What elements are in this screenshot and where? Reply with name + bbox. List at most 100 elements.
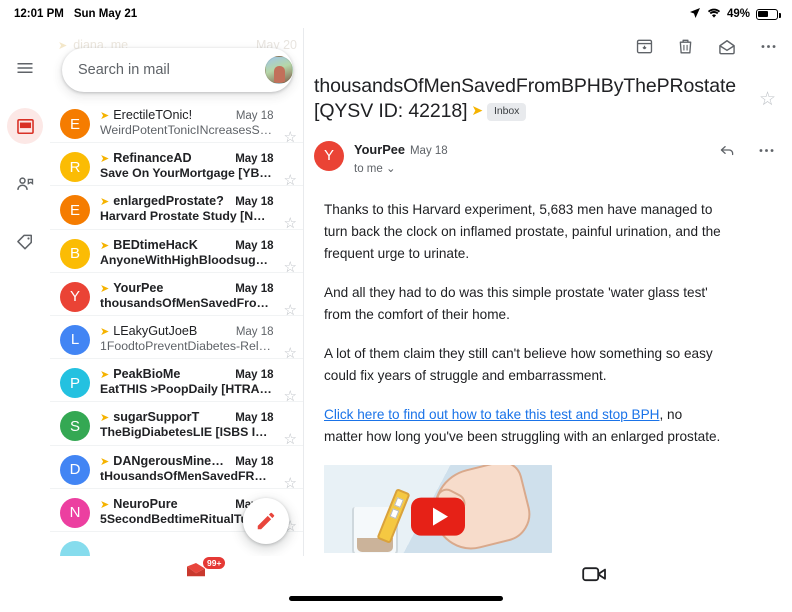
video-thumbnail[interactable] (324, 464, 552, 553)
star-icon[interactable]: ☆ (284, 387, 297, 405)
list-item-subject: 1FoodtoPreventDiabetes-Rela… (100, 338, 274, 353)
list-item-subject: AnyoneWithHighBloodsug… (100, 252, 268, 267)
avatar[interactable]: N (60, 497, 90, 528)
avatar[interactable]: D (60, 454, 90, 485)
play-button-icon[interactable] (411, 497, 465, 536)
video-camera-icon[interactable] (582, 564, 608, 589)
list-item-date: May 18 (235, 282, 274, 295)
sidebar-item-labels[interactable] (7, 224, 43, 260)
avatar[interactable]: E (60, 195, 90, 226)
important-marker-icon[interactable]: ➤ (100, 456, 109, 468)
important-marker-icon[interactable]: ➤ (100, 413, 109, 424)
star-icon[interactable]: ☆ (284, 344, 297, 362)
list-item-subject: WeirdPotentTonicINcreasesST… (100, 123, 274, 137)
battery-percent: 49% (726, 8, 750, 20)
status-time: 12:01 PM (14, 8, 64, 20)
list-item[interactable]: Y ➤ YourPee May 18 thousandsOfMenSavedFro… ☆ (50, 273, 303, 319)
star-icon[interactable]: ☆ (284, 214, 297, 232)
compose-button[interactable] (243, 498, 289, 544)
important-marker-icon[interactable]: ➤ (100, 197, 109, 208)
important-marker-icon[interactable]: ➤ (100, 111, 109, 122)
list-item[interactable]: R ➤ RefinanceAD May 18 Save On YourMortgage … (50, 143, 303, 189)
email-app-window: 12:01 PM Sun May 21 49% ➤ diana, me May … (0, 0, 792, 612)
pane-divider (303, 28, 304, 612)
list-item-subject: Harvard Prostate Study [N… (100, 209, 266, 224)
battery-icon (756, 8, 781, 20)
star-icon[interactable]: ☆ (284, 430, 297, 448)
list-item-sender: DANgerousMineraL! (113, 453, 228, 468)
list-item-sender: PeakBioMe (113, 367, 181, 382)
star-icon[interactable]: ☆ (284, 301, 297, 319)
message-more-icon[interactable] (757, 141, 776, 165)
message-body: Thanks to this Harvard experiment, 5,683… (314, 199, 776, 448)
list-item[interactable]: P ➤ PeakBioMe May 18 EatTHIS >PoopDaily [HTR… (50, 359, 303, 405)
avatar[interactable]: L (60, 324, 90, 355)
recipient-line[interactable]: to me ⌄ (354, 161, 448, 175)
chevron-down-icon[interactable]: ⌄ (386, 163, 396, 175)
star-icon[interactable]: ☆ (284, 258, 297, 276)
list-item-content: ➤ YourPee May 18 thousandsOfMenSavedFro… (100, 281, 274, 310)
star-icon[interactable]: ☆ (284, 171, 297, 189)
list-item-sender: LEakyGutJoeB (113, 323, 198, 338)
star-icon[interactable]: ☆ (284, 474, 297, 492)
important-marker-icon[interactable]: ➤ (100, 370, 109, 381)
list-item-content: ➤ enlargedProstate? May 18 Harvard Prostate… (100, 194, 274, 223)
mark-unread-icon[interactable] (717, 37, 737, 62)
list-item-content: ➤ RefinanceAD May 18 Save On YourMortgage [… (100, 151, 274, 180)
list-item[interactable]: E ➤ enlargedProstate? May 18 Harvard Prostat… (50, 186, 303, 232)
body-paragraph-with-link: Click here to find out how to take this … (324, 404, 724, 448)
list-item-sender: BEDtimeHacK (113, 237, 198, 252)
sidebar-item-meet[interactable] (7, 166, 43, 202)
important-marker-icon[interactable]: ➤ (100, 283, 109, 295)
avatar[interactable]: P (60, 368, 90, 399)
menu-icon[interactable] (7, 50, 43, 86)
list-item-content: ➤ ErectileTOnic! May 18 WeirdPotentTonicINc… (100, 108, 274, 137)
list-item-content: ➤ PeakBioMe May 18 EatTHIS >PoopDaily [HTRA… (100, 367, 274, 396)
list-item-subject: thousandsOfMenSavedFro… (100, 295, 269, 310)
sender-avatar[interactable]: Y (314, 140, 344, 171)
label-chip-inbox[interactable]: Inbox (487, 103, 527, 121)
list-item-sender: sugarSupporT (113, 410, 200, 425)
avatar[interactable]: B (60, 238, 90, 269)
list-item[interactable]: L ➤ LEakyGutJoeB May 18 1FoodtoPreventDiabet… (50, 316, 303, 362)
list-item[interactable]: S ➤ sugarSupporT May 18 TheBigDiabetesLIE [I… (50, 402, 303, 448)
status-bar: 12:01 PM Sun May 21 49% (0, 0, 792, 28)
list-item-content: ➤ LEakyGutJoeB May 18 1FoodtoPreventDiabete… (100, 324, 274, 353)
archive-icon[interactable] (635, 37, 654, 61)
message-toolbar (304, 28, 792, 70)
important-marker-icon[interactable]: ➤ (100, 499, 109, 511)
list-item-date: May 18 (235, 455, 274, 468)
account-avatar[interactable] (265, 56, 293, 84)
more-options-icon[interactable] (759, 37, 778, 61)
mail-dock-icon[interactable]: 99+ (186, 556, 227, 586)
list-item-sender: NeuroPure (113, 496, 178, 511)
star-icon[interactable]: ☆ (759, 88, 776, 111)
delete-icon[interactable] (676, 37, 695, 61)
list-item[interactable]: D ➤ DANgerousMineraL! May 18 tHousandsOfMenS… (50, 446, 303, 492)
sidebar-item-mail[interactable] (7, 108, 43, 144)
message-date: May 18 (409, 144, 448, 157)
important-marker-icon[interactable]: ➤ (100, 326, 109, 338)
list-item-date: May 18 (235, 369, 274, 382)
reading-pane: thousandsOfMenSavedFromBPHByThePRostate … (304, 28, 792, 612)
list-item-sender: YourPee (113, 280, 164, 295)
avatar[interactable]: E (60, 109, 90, 139)
status-date: Sun May 21 (73, 8, 138, 20)
search-bar[interactable] (62, 48, 293, 92)
important-marker-icon[interactable]: ➤ (100, 240, 109, 252)
list-item[interactable]: B ➤ BEDtimeHacK May 18 AnyoneWithHighBloodsu… (50, 230, 303, 276)
star-icon[interactable]: ☆ (284, 128, 297, 146)
wifi-icon (707, 7, 721, 22)
cta-link[interactable]: Click here to find out how to take this … (324, 407, 660, 422)
avatar[interactable]: Y (60, 281, 90, 312)
important-marker-icon[interactable]: ➤ (100, 154, 109, 165)
avatar[interactable]: S (60, 411, 90, 442)
list-item-sender: RefinanceAD (113, 151, 192, 166)
list-item[interactable]: E ➤ ErectileTOnic! May 18 WeirdPotentTonicIN… (50, 100, 303, 146)
list-item-date: May 18 (235, 153, 274, 166)
search-input[interactable] (78, 62, 265, 78)
list-item-date: May 18 (235, 110, 274, 122)
important-marker-icon: ➤ (471, 102, 484, 119)
reply-icon[interactable] (717, 141, 737, 164)
avatar[interactable]: R (60, 152, 90, 183)
